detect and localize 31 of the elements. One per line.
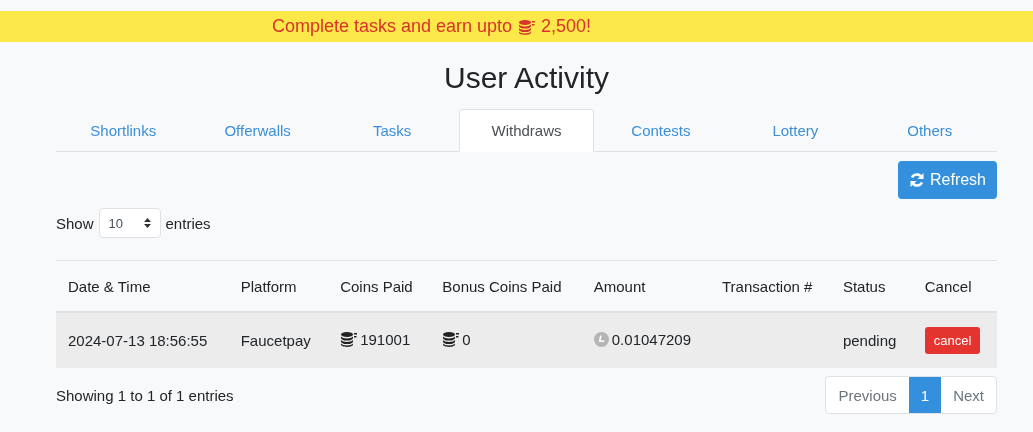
coins-icon xyxy=(442,331,460,348)
cancel-button[interactable]: cancel xyxy=(924,327,981,354)
refresh-button[interactable]: Refresh xyxy=(898,161,997,199)
amount-value: 0.01047209 xyxy=(611,331,692,348)
tab[interactable]: Others xyxy=(862,109,997,152)
table-cell: pending xyxy=(830,312,913,368)
page-link[interactable]: Previous xyxy=(826,377,909,413)
refresh-icon xyxy=(909,172,925,188)
page-link[interactable]: Next xyxy=(941,377,996,413)
banner-amount: 2,500! xyxy=(541,16,592,37)
tab[interactable]: Offerwalls xyxy=(190,109,325,152)
page-link[interactable]: 1 xyxy=(908,377,942,413)
page-title: User Activity xyxy=(443,60,610,96)
tab[interactable]: Withdraws xyxy=(459,109,594,152)
tab[interactable]: Shortlinks xyxy=(56,109,191,152)
coin-amount: 0 xyxy=(462,330,471,348)
coins-icon xyxy=(340,331,358,348)
table-info: Showing 1 to 1 of 1 entries xyxy=(56,386,234,404)
crypto-coin-icon xyxy=(593,332,609,347)
coin-amount: 191001 xyxy=(360,330,411,348)
entries-label: entries xyxy=(165,214,211,232)
coins-icon xyxy=(518,18,536,35)
banner-text: Complete tasks and earn upto xyxy=(271,16,513,37)
table-cell: Faucetpay xyxy=(228,312,329,368)
tab[interactable]: Contests xyxy=(593,109,729,152)
tab[interactable]: Tasks xyxy=(324,109,460,152)
tab[interactable]: Lottery xyxy=(728,109,863,152)
sort-icon xyxy=(143,218,151,228)
table-cell: 2024-07-13 18:56:55 xyxy=(56,312,229,368)
entries-select[interactable]: 10 xyxy=(98,208,161,238)
show-label: Show xyxy=(56,214,94,232)
